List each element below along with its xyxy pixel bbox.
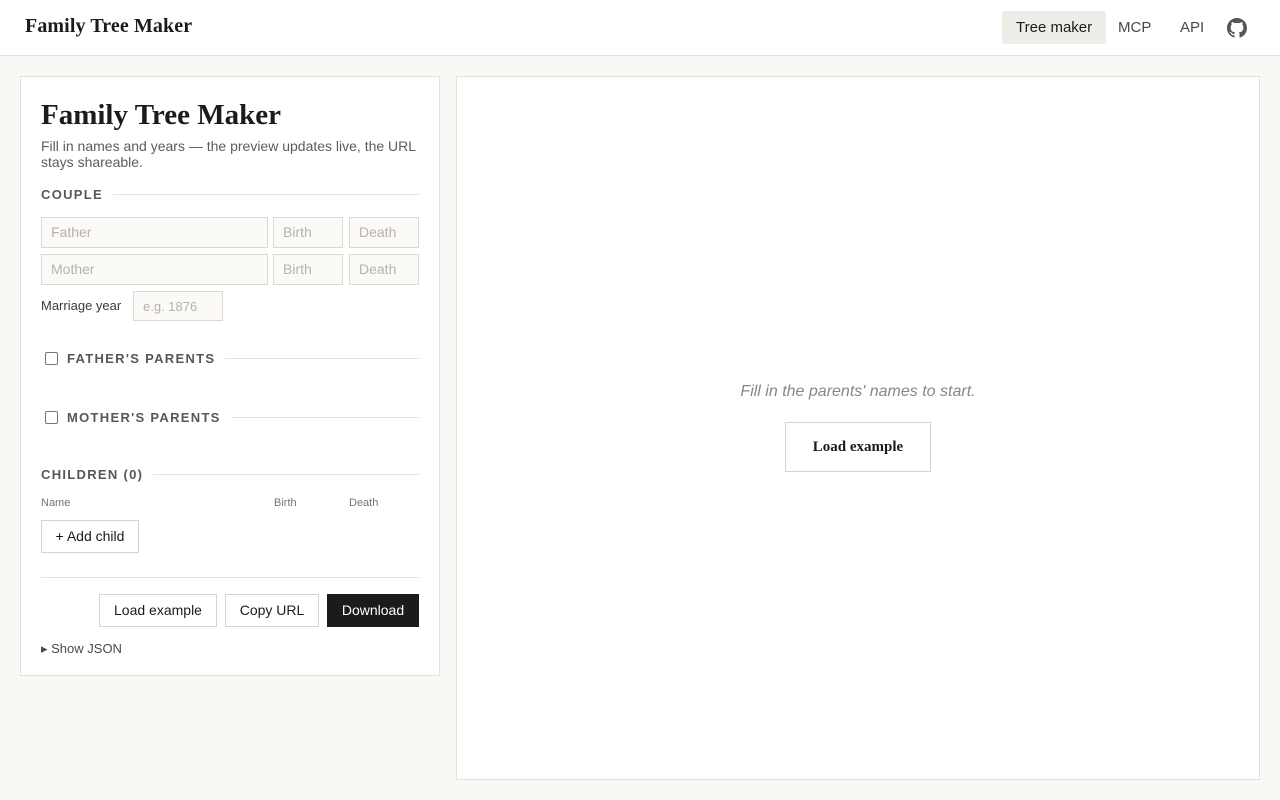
- empty-state-message: Fill in the parents' names to start.: [740, 383, 976, 400]
- section-fathers-parents: FATHER'S PARENTS: [41, 350, 419, 366]
- brand-logo[interactable]: Family Tree Maker: [25, 15, 192, 38]
- section-children: CHILDREN (0): [41, 466, 419, 482]
- tree-preview-panel: Fill in the parents' names to start. Loa…: [456, 76, 1260, 780]
- mothers-parents-checkbox[interactable]: [45, 410, 58, 424]
- section-divider: [230, 416, 419, 418]
- section-divider: [225, 357, 419, 359]
- father-name-input[interactable]: Father: [41, 217, 268, 248]
- mother-death-input[interactable]: Death: [349, 254, 419, 285]
- marriage-year-label: Marriage year: [41, 298, 122, 313]
- top-bar: Family Tree Maker Tree maker MCP API: [0, 0, 1280, 56]
- section-mothers-parents-label[interactable]: MOTHER'S PARENTS: [67, 410, 221, 425]
- page-subtitle: Fill in names and years — the preview up…: [41, 138, 416, 170]
- marriage-year-input[interactable]: e.g. 1876: [133, 291, 223, 321]
- page-title: Family Tree Maker: [41, 99, 281, 131]
- preview-load-example-button[interactable]: Load example: [785, 422, 931, 472]
- nav-tree-maker[interactable]: Tree maker: [1002, 11, 1107, 44]
- section-divider: [153, 473, 419, 475]
- section-couple: COUPLE: [41, 186, 419, 202]
- nav-mcp[interactable]: MCP: [1104, 11, 1165, 44]
- children-col-death: Death: [349, 497, 379, 509]
- load-example-button[interactable]: Load example: [99, 594, 217, 627]
- section-mothers-parents: MOTHER'S PARENTS: [41, 409, 419, 425]
- actions-divider: [41, 577, 419, 578]
- mother-birth-input[interactable]: Birth: [273, 254, 343, 285]
- children-col-birth: Birth: [274, 497, 297, 509]
- show-json-toggle[interactable]: ▸ Show JSON: [41, 641, 122, 657]
- copy-url-button[interactable]: Copy URL: [225, 594, 319, 627]
- fathers-parents-checkbox[interactable]: [45, 351, 58, 365]
- nav-api[interactable]: API: [1166, 11, 1218, 44]
- download-button[interactable]: Download: [327, 594, 419, 627]
- form-panel: Family Tree Maker Fill in names and year…: [20, 76, 440, 676]
- father-birth-input[interactable]: Birth: [273, 217, 343, 248]
- children-col-name: Name: [41, 497, 71, 509]
- add-child-button[interactable]: + Add child: [41, 520, 139, 553]
- section-children-label: CHILDREN (0): [41, 466, 144, 482]
- section-divider: [112, 193, 419, 195]
- section-couple-label: COUPLE: [41, 186, 103, 202]
- github-icon[interactable]: [1227, 18, 1247, 38]
- father-death-input[interactable]: Death: [349, 217, 419, 248]
- section-fathers-parents-label[interactable]: FATHER'S PARENTS: [67, 351, 215, 366]
- mother-name-input[interactable]: Mother: [41, 254, 268, 285]
